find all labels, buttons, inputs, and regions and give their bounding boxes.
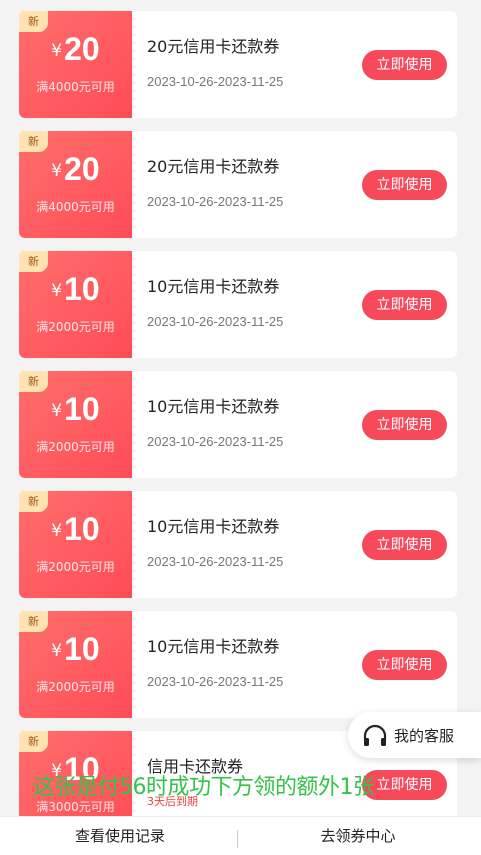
use-now-button[interactable]: 立即使用 [362,290,447,320]
coupon-amount: ¥10 [19,391,132,428]
use-now-button[interactable]: 立即使用 [362,410,447,440]
coupon-value-panel: 新 ¥10 满2000元可用 [19,611,136,718]
new-badge: 新 [19,491,48,512]
new-badge: 新 [19,611,48,632]
amount-value: 10 [64,511,100,547]
coupon-info: 20元信用卡还款券 2023-10-26-2023-11-25 立即使用 [136,131,457,238]
coupon-validity: 2023-10-26-2023-11-25 [147,554,284,569]
coupon-title: 20元信用卡还款券 [147,157,280,176]
coupon-card: 新 ¥20 满4000元可用 20元信用卡还款券 2023-10-26-2023… [19,11,457,118]
new-badge: 新 [19,371,48,392]
coupon-info: 10元信用卡还款券 2023-10-26-2023-11-25 立即使用 [136,611,457,718]
coupon-info: 10元信用卡还款券 2023-10-26-2023-11-25 立即使用 [136,251,457,358]
coupon-validity: 2023-10-26-2023-11-25 [147,74,284,89]
coupon-condition: 满4000元可用 [36,80,115,94]
coupon-title: 10元信用卡还款券 [147,637,280,656]
coupon-title: 10元信用卡还款券 [147,277,280,296]
coupon-amount: ¥10 [19,631,132,668]
coupon-card: 新 ¥10 满2000元可用 10元信用卡还款券 2023-10-26-2023… [19,611,457,718]
coupon-condition: 满2000元可用 [36,320,115,334]
overlay-caption: 这张是付56时成功下方领的额外1张 [33,775,375,800]
coupon-value-panel: 新 ¥10 满2000元可用 [19,251,136,358]
currency-symbol: ¥ [51,521,63,541]
coupon-title: 10元信用卡还款券 [147,517,280,536]
coupon-condition: 满2000元可用 [36,440,115,454]
customer-service-button[interactable]: 我的客服 [348,712,481,758]
coupon-list: 新 ¥20 满4000元可用 20元信用卡还款券 2023-10-26-2023… [0,0,481,816]
headset-icon [363,724,387,746]
currency-symbol: ¥ [51,41,63,61]
new-badge: 新 [19,131,48,152]
coupon-amount: ¥10 [19,271,132,308]
coupon-info: 20元信用卡还款券 2023-10-26-2023-11-25 立即使用 [136,11,457,118]
coupon-condition: 满2000元可用 [36,560,115,574]
new-badge: 新 [19,11,48,32]
new-badge: 新 [19,731,48,752]
coupon-info: 10元信用卡还款券 2023-10-26-2023-11-25 立即使用 [136,371,457,478]
coupon-value-panel: 新 ¥20 满4000元可用 [19,11,136,118]
amount-value: 10 [64,271,100,307]
coupon-center-button[interactable]: 去领券中心 [238,817,478,855]
coupon-condition: 满4000元可用 [36,200,115,214]
currency-symbol: ¥ [51,641,63,661]
coupon-amount: ¥10 [19,511,132,548]
view-usage-records-button[interactable]: 查看使用记录 [0,817,240,855]
coupon-card: 新 ¥20 满4000元可用 20元信用卡还款券 2023-10-26-2023… [19,131,457,238]
bottom-bar: 查看使用记录 去领券中心 [0,816,481,855]
currency-symbol: ¥ [51,281,63,301]
amount-value: 10 [64,391,100,427]
coupon-validity: 2023-10-26-2023-11-25 [147,434,284,449]
amount-value: 20 [64,151,100,187]
currency-symbol: ¥ [51,161,63,181]
coupon-value-panel: 新 ¥10 满2000元可用 [19,371,136,478]
amount-value: 10 [64,631,100,667]
use-now-button[interactable]: 立即使用 [362,650,447,680]
coupon-title: 10元信用卡还款券 [147,397,280,416]
coupon-validity: 2023-10-26-2023-11-25 [147,314,284,329]
coupon-info: 10元信用卡还款券 2023-10-26-2023-11-25 立即使用 [136,491,457,598]
coupon-value-panel: 新 ¥20 满4000元可用 [19,131,136,238]
currency-symbol: ¥ [51,401,63,421]
use-now-button[interactable]: 立即使用 [362,530,447,560]
coupon-amount: ¥20 [19,151,132,188]
service-label: 我的客服 [394,727,455,745]
coupon-amount: ¥20 [19,31,132,68]
coupon-condition: 满2000元可用 [36,680,115,694]
coupon-card: 新 ¥10 满2000元可用 10元信用卡还款券 2023-10-26-2023… [19,251,457,358]
amount-value: 20 [64,31,100,67]
coupon-validity: 2023-10-26-2023-11-25 [147,194,284,209]
use-now-button[interactable]: 立即使用 [362,50,447,80]
coupon-card: 新 ¥10 满2000元可用 10元信用卡还款券 2023-10-26-2023… [19,491,457,598]
coupon-validity: 2023-10-26-2023-11-25 [147,674,284,689]
new-badge: 新 [19,251,48,272]
coupon-value-panel: 新 ¥10 满2000元可用 [19,491,136,598]
coupon-title: 20元信用卡还款券 [147,37,280,56]
use-now-button[interactable]: 立即使用 [362,170,447,200]
coupon-card: 新 ¥10 满2000元可用 10元信用卡还款券 2023-10-26-2023… [19,371,457,478]
